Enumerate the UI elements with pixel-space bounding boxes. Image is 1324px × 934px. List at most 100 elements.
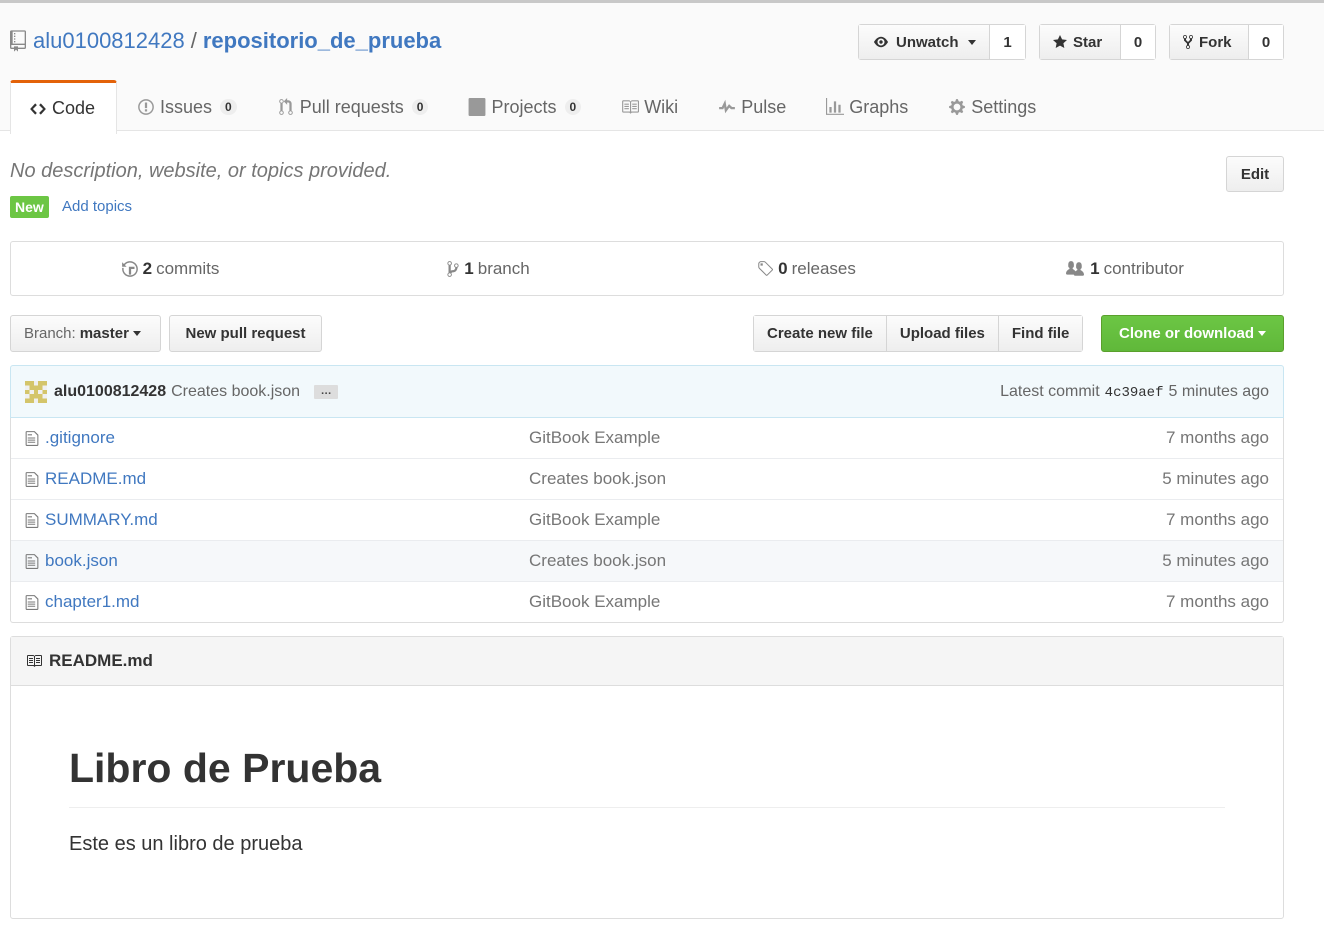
repo-icon xyxy=(10,30,26,52)
readme-paragraph: Este es un libro de prueba xyxy=(69,833,303,855)
releases-link[interactable]: 0 releases xyxy=(647,242,965,295)
repo-header: alu0100812428 / repositorio_de_prueba Un… xyxy=(0,3,1324,134)
tab-pull-requests-label: Pull requests xyxy=(299,96,404,117)
file-row: SUMMARY.md GitBook Example 7 months ago xyxy=(11,499,1283,540)
caret-down-icon xyxy=(132,331,141,336)
file-icon xyxy=(25,553,39,569)
stars-count[interactable]: 0 xyxy=(1121,25,1155,59)
tab-wiki[interactable]: Wiki xyxy=(601,80,698,134)
file-name-link[interactable]: .gitignore xyxy=(45,428,115,448)
issues-counter: 0 xyxy=(220,99,237,115)
watchers-count[interactable]: 1 xyxy=(990,25,1025,59)
tab-issues[interactable]: Issues 0 xyxy=(117,80,257,134)
gear-icon xyxy=(949,99,966,115)
latest-commit-bar: alu0100812428 Creates book.json … Latest… xyxy=(10,365,1284,418)
new-badge: New xyxy=(10,196,49,218)
file-row: book.json Creates book.json 5 minutes ag… xyxy=(11,540,1283,581)
clone-label: Clone or download xyxy=(1119,325,1254,342)
branch-prefix: Branch: xyxy=(24,325,76,342)
commits-link[interactable]: 2 commits xyxy=(11,242,329,295)
graph-icon xyxy=(826,98,845,115)
repo-nav: Code Issues 0 Pull requests 0 Projects 0… xyxy=(10,80,1056,134)
create-new-file-button[interactable]: Create new file xyxy=(754,316,887,351)
commit-sha-link[interactable]: 4c39aef xyxy=(1105,385,1164,401)
tab-settings-label: Settings xyxy=(971,96,1037,117)
file-row: chapter1.md GitBook Example 7 months ago xyxy=(11,581,1283,622)
unwatch-button[interactable]: Unwatch xyxy=(859,25,990,59)
commit-author-link[interactable]: alu0100812428 xyxy=(54,383,166,401)
caret-down-icon xyxy=(967,39,976,45)
branch-select[interactable]: Branch: master xyxy=(10,315,161,352)
tab-graphs[interactable]: Graphs xyxy=(806,80,928,134)
file-row: README.md Creates book.json 5 minutes ag… xyxy=(11,458,1283,499)
expand-commit-message-button[interactable]: … xyxy=(314,384,339,399)
tab-code[interactable]: Code xyxy=(10,80,117,134)
file-name-link[interactable]: book.json xyxy=(45,551,118,571)
new-pull-request-button[interactable]: New pull request xyxy=(169,315,322,352)
latest-commit-age: 5 minutes ago xyxy=(1168,382,1269,400)
forks-count[interactable]: 0 xyxy=(1249,25,1283,59)
people-icon xyxy=(1066,260,1085,276)
book-icon xyxy=(27,655,42,667)
star-icon xyxy=(1053,35,1067,48)
file-commit-age: 5 minutes ago xyxy=(1162,469,1269,488)
tag-icon xyxy=(758,260,774,276)
file-icon xyxy=(25,512,39,528)
watch-group: Unwatch 1 xyxy=(858,24,1026,60)
star-label: Star xyxy=(1073,33,1103,51)
commit-message-link[interactable]: Creates book.json xyxy=(171,383,300,401)
upload-files-button[interactable]: Upload files xyxy=(886,316,999,351)
branches-link[interactable]: 1 branch xyxy=(329,242,647,295)
branches-count: 1 xyxy=(464,258,474,278)
tab-code-label: Code xyxy=(52,98,96,118)
book-icon xyxy=(622,100,640,114)
fork-button[interactable]: Fork xyxy=(1170,25,1249,59)
tab-graphs-label: Graphs xyxy=(849,96,909,117)
readme-filename: README.md xyxy=(49,651,153,670)
file-commit-message[interactable]: GitBook Example xyxy=(529,428,660,448)
caret-down-icon xyxy=(1258,331,1266,336)
add-topics-link[interactable]: Add topics xyxy=(62,198,132,215)
edit-description-button[interactable]: Edit xyxy=(1226,156,1284,192)
file-list: .gitignore GitBook Example 7 months ago … xyxy=(10,418,1284,623)
repo-name-link[interactable]: repositorio_de_prueba xyxy=(203,28,441,54)
file-name-link[interactable]: SUMMARY.md xyxy=(45,510,158,530)
tab-pulse[interactable]: Pulse xyxy=(698,80,806,134)
file-commit-message[interactable]: Creates book.json xyxy=(529,469,666,489)
clone-or-download-button[interactable]: Clone or download xyxy=(1101,315,1284,352)
file-commit-message[interactable]: Creates book.json xyxy=(529,551,666,571)
repo-owner-link[interactable]: alu0100812428 xyxy=(33,28,185,54)
issue-icon xyxy=(138,99,154,115)
tab-wiki-label: Wiki xyxy=(644,96,679,117)
contributors-link[interactable]: 1 contributor xyxy=(965,242,1283,295)
tab-pulse-label: Pulse xyxy=(741,96,787,117)
branch-name: master xyxy=(79,325,129,342)
file-commit-message[interactable]: GitBook Example xyxy=(529,592,660,612)
project-icon xyxy=(469,98,486,116)
unwatch-label: Unwatch xyxy=(896,33,959,51)
file-commit-age: 7 months ago xyxy=(1165,428,1269,447)
projects-counter: 0 xyxy=(564,99,582,115)
fork-icon xyxy=(1183,34,1193,50)
releases-label: releases xyxy=(791,258,856,278)
file-name-link[interactable]: README.md xyxy=(45,469,146,489)
contributors-label: contributor xyxy=(1103,258,1184,278)
tab-projects[interactable]: Projects 0 xyxy=(448,80,601,134)
file-name-link[interactable]: chapter1.md xyxy=(45,592,140,612)
code-icon xyxy=(30,102,46,115)
readme-panel: README.md Libro de Prueba Este es un lib… xyxy=(10,636,1284,919)
file-commit-age: 7 months ago xyxy=(1165,592,1269,611)
avatar[interactable] xyxy=(25,380,47,403)
tab-pull-requests[interactable]: Pull requests 0 xyxy=(257,80,449,134)
tab-settings[interactable]: Settings xyxy=(928,80,1056,134)
file-commit-message[interactable]: GitBook Example xyxy=(529,510,660,530)
releases-count: 0 xyxy=(778,258,788,278)
file-row: .gitignore GitBook Example 7 months ago xyxy=(11,418,1283,458)
fork-label: Fork xyxy=(1199,33,1232,51)
branches-label: branch xyxy=(477,258,530,278)
tab-issues-label: Issues xyxy=(160,96,213,117)
star-button[interactable]: Star xyxy=(1040,25,1121,59)
file-commit-age: 7 months ago xyxy=(1165,510,1269,529)
file-icon xyxy=(25,430,39,446)
find-file-button[interactable]: Find file xyxy=(998,316,1083,351)
